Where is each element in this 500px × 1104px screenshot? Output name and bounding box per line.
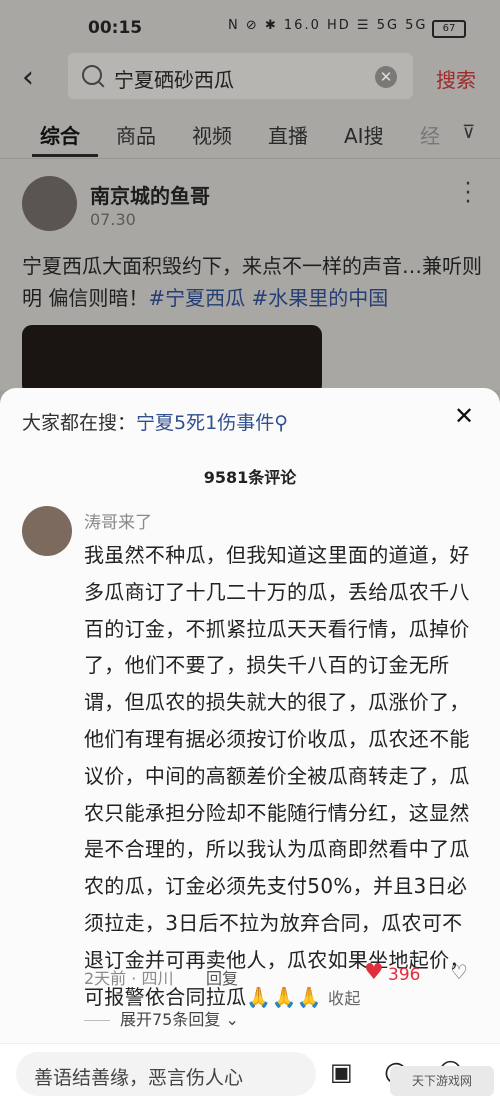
close-icon[interactable]: ✕ <box>454 402 474 430</box>
watermark-logo: 天下游戏网 <box>390 1066 494 1096</box>
trending-keyword[interactable]: 宁夏5死1伤事件 <box>136 412 274 434</box>
trending-label: 大家都在搜： <box>22 412 137 434</box>
comment-count: 9581条评论 <box>203 468 297 487</box>
filter-icon[interactable]: ⊽ <box>462 122 475 143</box>
comment-author[interactable]: 涛哥来了 <box>84 508 152 533</box>
divider <box>84 1020 110 1021</box>
expand-replies-label: 展开75条回复 <box>120 1010 221 1029</box>
back-icon[interactable]: ‹ <box>22 60 34 95</box>
search-icon: ⚲ <box>274 412 289 434</box>
active-tab-indicator <box>32 154 98 157</box>
post-author[interactable]: 南京城的鱼哥 <box>90 180 210 209</box>
tab-ai-search[interactable]: AI搜 <box>344 120 384 149</box>
comment-text: 我虽然不种瓜，但我知道这里面的道道，好多瓜商订了十几二十万的瓜，丢给瓜农千八百的… <box>84 543 470 1009</box>
reply-button[interactable]: 回复 <box>206 965 238 989</box>
search-bar: ‹ 宁夏硒砂西瓜 ✕ 搜索 <box>0 52 500 102</box>
tab-products[interactable]: 商品 <box>116 120 156 149</box>
comment-body: 我虽然不种瓜，但我知道这里面的道道，好多瓜商订了十几二十万的瓜，丢给瓜农千八百的… <box>84 537 474 1017</box>
clear-icon[interactable]: ✕ <box>375 66 397 88</box>
comment-input-bar: 善语结善缘，恶言伤人心 ▣ @ ☺ 天下游戏网 <box>0 1043 500 1104</box>
chevron-down-icon: ⌄ <box>225 1010 239 1029</box>
search-button[interactable]: 搜索 <box>436 64 476 93</box>
status-bar: 00:15 N ⊘ ✱ 16.0 HD ☰ 5G 5G 67 <box>0 12 500 44</box>
tab-live[interactable]: 直播 <box>268 120 308 149</box>
tab-videos[interactable]: 视频 <box>192 120 232 149</box>
battery-icon: 67 <box>432 20 466 38</box>
collapse-link[interactable]: 收起 <box>328 989 361 1008</box>
tab-all[interactable]: 综合 <box>40 120 80 149</box>
status-icons: N ⊘ ✱ 16.0 HD ☰ 5G 5G <box>228 18 428 33</box>
trending-search[interactable]: 大家都在搜：宁夏5死1伤事件⚲ <box>22 408 288 435</box>
more-icon[interactable]: · · · <box>462 174 474 214</box>
comment-meta: 2天前 · 四川 <box>84 969 174 988</box>
post-caption: 宁夏西瓜大面积毁约下，来点不一样的声音…兼听则明 偏信则暗！#宁夏西瓜 #水果里… <box>22 250 482 314</box>
comment-input-placeholder: 善语结善缘，恶言伤人心 <box>34 1067 244 1089</box>
avatar[interactable] <box>22 176 77 231</box>
tab-more[interactable]: 经 <box>420 120 440 149</box>
post-tags[interactable]: #宁夏西瓜 #水果里的中国 <box>148 286 388 310</box>
comment-input[interactable]: 善语结善缘，恶言伤人心 <box>16 1052 316 1096</box>
status-time: 00:15 <box>88 18 143 38</box>
search-query: 宁夏硒砂西瓜 <box>114 68 234 92</box>
search-icon <box>82 65 102 85</box>
expand-replies-button[interactable]: 展开75条回复 ⌄ <box>84 1006 239 1030</box>
tab-bar: 综合 商品 视频 直播 AI搜 经 ⊽ <box>0 106 500 159</box>
like-count: 396 <box>388 965 421 985</box>
post-date: 07.30 <box>90 210 136 229</box>
heart-icon[interactable]: ♥ <box>364 960 384 985</box>
search-input[interactable]: 宁夏硒砂西瓜 ✕ <box>68 53 413 99</box>
image-icon[interactable]: ▣ <box>330 1058 353 1086</box>
video-thumbnail[interactable] <box>22 325 322 395</box>
dislike-icon[interactable]: ♡ <box>450 960 468 984</box>
avatar[interactable] <box>22 506 72 556</box>
comment-sheet: 大家都在搜：宁夏5死1伤事件⚲ ✕ 9581条评论 涛哥来了 我虽然不种瓜，但我… <box>0 388 500 1104</box>
